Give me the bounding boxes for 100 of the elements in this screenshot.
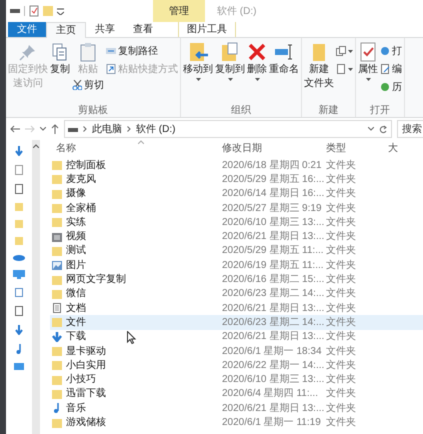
file-row[interactable]: 文件 2020/6/23 星期二 14:... 文件夹	[50, 315, 423, 330]
file-row[interactable]: 迅雷下载 2020/6/4 星期四 11:... 文件夹	[50, 386, 423, 402]
sort-caret-icon	[138, 140, 144, 144]
ribbon-button[interactable]: 历	[380, 79, 402, 95]
ribbon-button[interactable]: 复制	[50, 42, 70, 76]
ribbon-tab[interactable]: 文件	[8, 22, 46, 37]
file-row[interactable]: 音乐 2020/6/21 星期日 13:... 文件夹	[50, 401, 423, 416]
column-header[interactable]: 修改日期	[222, 141, 326, 156]
file-name: 小技巧	[66, 372, 96, 388]
chevron-icon[interactable]	[83, 126, 87, 132]
folder-icon	[52, 317, 62, 328]
file-name: 全家桶	[66, 202, 96, 216]
column-header[interactable]: 类型	[326, 141, 388, 156]
pushpin-icon	[18, 42, 38, 62]
up-arrow-icon[interactable]	[51, 124, 59, 134]
ribbon-button[interactable]: 复制到	[215, 42, 245, 81]
column-header[interactable]: 名称	[50, 141, 222, 156]
file-row[interactable]: 麦克风 2020/5/29 星期五 16:... 文件夹	[50, 172, 423, 187]
file-row[interactable]: 微信 2020/6/23 星期二 14:... 文件夹	[50, 286, 423, 301]
picture-icon[interactable]	[15, 288, 23, 297]
ribbon-button[interactable]: 编	[380, 61, 402, 77]
file-row[interactable]: 视频 2020/6/21 星期日 13:... 文件夹	[50, 229, 423, 244]
monitor-icon[interactable]	[14, 363, 24, 372]
download-arrow-icon[interactable]	[15, 325, 23, 335]
file-row[interactable]: 文档 2020/6/21 星期日 13:... 文件夹	[50, 300, 423, 316]
ribbon-button[interactable]: 打	[380, 43, 402, 59]
date-cell-text: 2020/6/21 星期日 13:...	[222, 330, 326, 344]
properties-icon[interactable]	[29, 5, 39, 17]
column-header[interactable]: 大	[388, 141, 408, 156]
folder-icon	[52, 203, 62, 214]
ribbon-icon-button[interactable]	[336, 61, 353, 77]
ribbon-tab[interactable]: 共享	[86, 22, 124, 37]
page-icon	[336, 64, 346, 74]
back-arrow-icon[interactable]	[10, 125, 20, 133]
scrollbar[interactable]	[32, 140, 40, 434]
picture-icon	[52, 260, 62, 270]
path-segment[interactable]: 此电脑	[92, 122, 122, 136]
file-name: 小白实用	[66, 358, 106, 373]
file-row[interactable]: 控制面板 2020/6/18 星期四 0:21 文件夹	[50, 158, 423, 172]
dropdown-caret-icon[interactable]	[368, 127, 374, 131]
type-cell-text: 文件夹	[326, 158, 357, 173]
file-name: 下载	[66, 330, 86, 344]
file-row[interactable]: 实练 2020/6/10 星期三 13:... 文件夹	[50, 215, 423, 230]
file-row[interactable]: 小白实用 2020/6/22 星期一 14:... 文件夹	[50, 358, 423, 372]
ribbon-button[interactable]: 属性	[358, 42, 378, 81]
file-name: 游戏储核	[66, 416, 106, 430]
date-cell-text: 2020/6/1 星期一 18:34	[222, 344, 323, 359]
ribbon-group-label: 剪贴板	[77, 104, 109, 117]
document-icon[interactable]	[15, 306, 23, 316]
ribbon-group-label: 组织	[230, 104, 252, 117]
ribbon-button[interactable]: 新建 文件夹	[304, 42, 334, 90]
ribbon-tab[interactable]: 主页	[46, 22, 86, 38]
type-cell-text: 文件夹	[326, 416, 357, 430]
file-name: 迅雷下载	[66, 386, 106, 402]
pin-arrow-icon[interactable]	[15, 146, 23, 156]
file-row[interactable]: 图片 2020/6/19 星期五 11:... 文件夹	[50, 258, 423, 272]
date-cell-text: 2020/6/18 星期四 0:21	[222, 158, 323, 173]
type-cell-text: 文件夹	[326, 344, 357, 359]
file-name: 视频	[66, 230, 86, 244]
ribbon-button[interactable]: 删除	[247, 42, 267, 81]
folder-icon	[52, 374, 62, 385]
folder-icon	[52, 246, 62, 256]
type-cell-text: 文件夹	[326, 230, 357, 244]
file-row[interactable]: 小技巧 2020/6/10 星期三 13:... 文件夹	[50, 372, 423, 387]
folder-icon	[52, 360, 62, 370]
file-name: 摄像	[66, 187, 86, 202]
refresh-icon[interactable]	[379, 124, 387, 134]
date-cell-text: 2020/6/21 星期日 13:...	[222, 230, 326, 244]
file-row[interactable]: 网页文字复制 2020/6/16 星期二 15:... 文件夹	[50, 272, 423, 287]
search-field[interactable]: 搜索	[397, 120, 423, 138]
ribbon-icon-button[interactable]	[336, 43, 353, 59]
path-segment[interactable]: 软件 (D:)	[136, 122, 176, 136]
monitor-icon[interactable]	[13, 270, 25, 279]
type-cell-text: 文件夹	[326, 330, 357, 344]
recent-caret-icon[interactable]	[40, 127, 46, 131]
download-icon	[52, 332, 62, 342]
ribbon-button[interactable]: 复制路径	[106, 43, 178, 59]
cloud-icon[interactable]	[13, 254, 25, 261]
type-cell-text: 文件夹	[326, 202, 357, 216]
file-row[interactable]: 测试 2020/5/29 星期五 11:... 文件夹	[50, 244, 423, 258]
scroll-up-icon[interactable]	[33, 144, 39, 148]
file-row[interactable]: 摄像 2020/6/14 星期日 16:... 文件夹	[50, 186, 423, 201]
file-row[interactable]: 显卡驱动 2020/6/1 星期一 18:34 文件夹	[50, 344, 423, 358]
chevron-icon[interactable]	[127, 126, 131, 132]
folder-page-icon	[220, 42, 240, 62]
clipboard-icon	[78, 42, 98, 62]
ribbon-button[interactable]: 重命名	[269, 42, 299, 76]
file-row[interactable]: 游戏储核 2020/6/1 星期一 11:19 文件夹	[50, 415, 423, 430]
customize-icon[interactable]	[57, 7, 64, 15]
ribbon-tab[interactable]: 图片工具	[178, 22, 236, 37]
new-item-icon	[336, 46, 346, 56]
ribbon-button[interactable]: 移动到	[183, 42, 213, 81]
music-note-icon[interactable]	[16, 344, 22, 354]
context-tab-label[interactable]: 管理	[153, 0, 205, 22]
ribbon-tab[interactable]: 查看	[124, 22, 162, 37]
drive-icon[interactable]	[10, 8, 20, 14]
address-bar[interactable]: 此电脑 软件 (D:)	[64, 120, 392, 138]
type-cell-text: 文件夹	[326, 286, 357, 302]
file-row[interactable]: 下载 2020/6/21 星期日 13:... 文件夹	[50, 330, 423, 344]
file-row[interactable]: 全家桶 2020/5/27 星期三 9:19 文件夹	[50, 200, 423, 216]
